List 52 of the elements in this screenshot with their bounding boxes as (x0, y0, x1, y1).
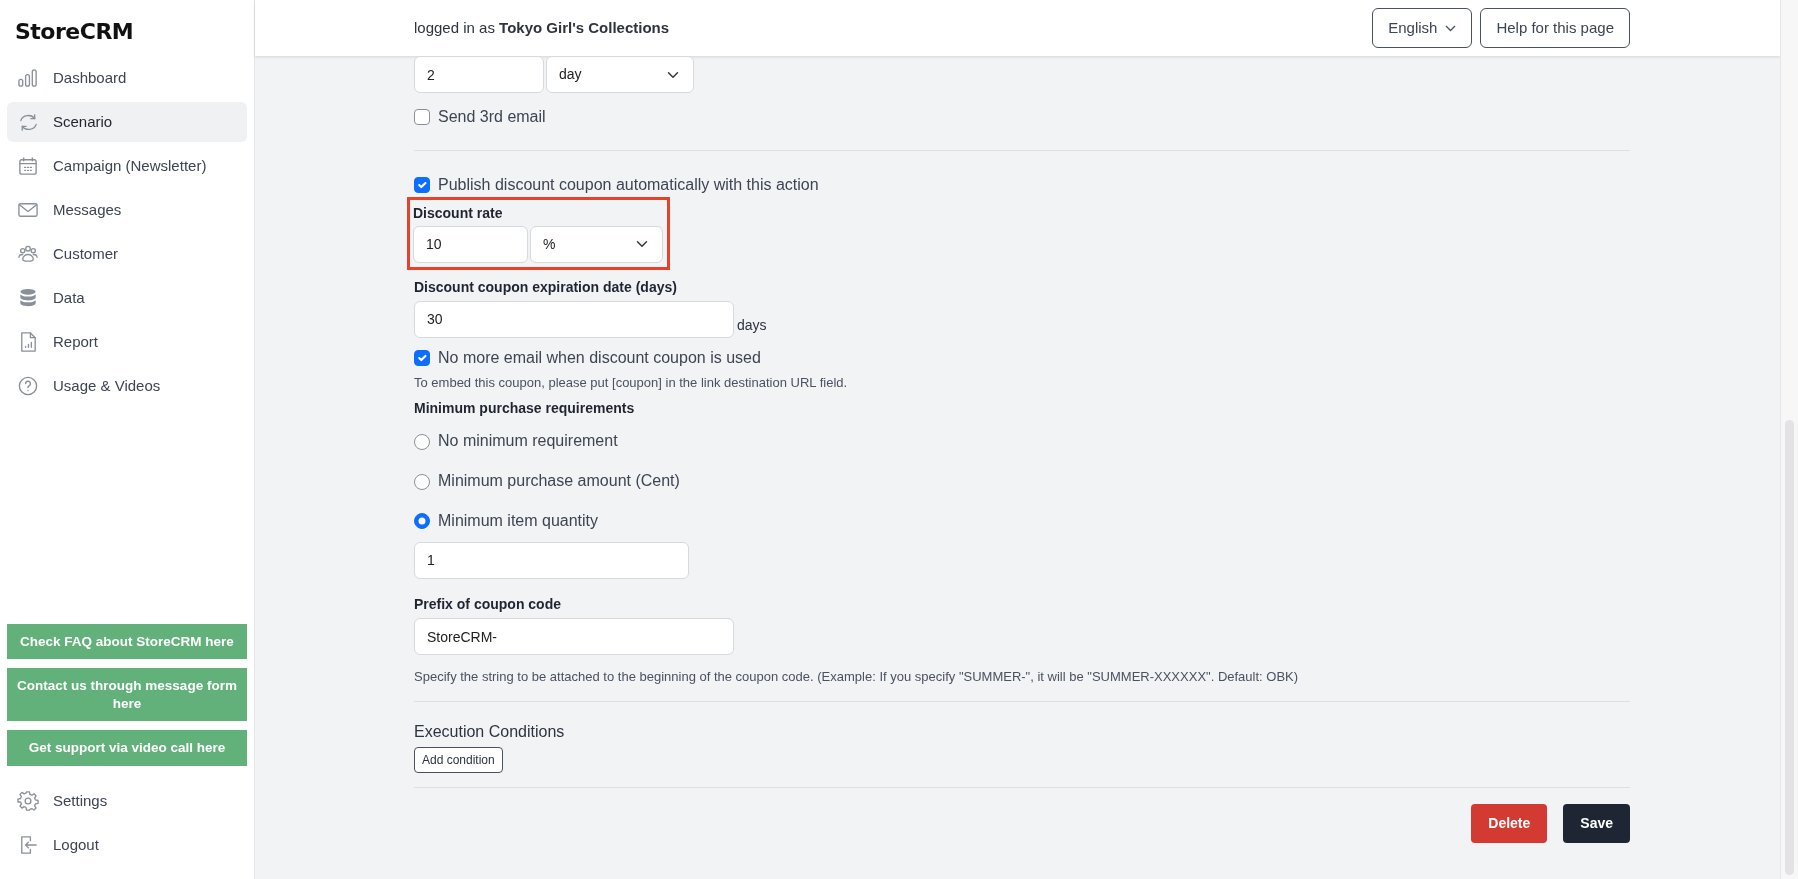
checkbox[interactable] (414, 177, 430, 194)
app-logo: StoreCRM (15, 18, 135, 46)
calendar-icon (17, 155, 39, 177)
unit-label: days (737, 315, 767, 335)
sidebar-item[interactable]: Scenario (7, 102, 247, 142)
radio-label: No minimum requirement (438, 431, 618, 452)
radio-label: Minimum purchase amount (Cent) (438, 471, 680, 492)
sidebar-item[interactable]: Settings (7, 781, 247, 821)
input-field[interactable]: StoreCRM- (414, 618, 734, 656)
chevron-down-icon (1445, 24, 1457, 32)
select-dropdown[interactable]: % (530, 225, 663, 263)
input-field[interactable]: 1 (414, 541, 689, 579)
sidebar-item[interactable]: Campaign (Newsletter) (7, 146, 247, 186)
sidebar-item[interactable]: Messages (7, 190, 247, 230)
help-button[interactable]: Help for this page (1480, 7, 1630, 49)
radio-button[interactable] (414, 433, 430, 450)
refresh-icon (17, 111, 39, 133)
field-label: Discount rate (413, 203, 504, 222)
language-dropdown[interactable]: English (1372, 7, 1473, 49)
sidebar-item[interactable]: Report (7, 322, 247, 362)
checkbox-label: Publish discount coupon automatically with this action (438, 174, 819, 195)
sidebar-item[interactable]: Customer (7, 234, 247, 274)
field-label: Prefix of coupon code (414, 594, 562, 614)
sidebar-item[interactable]: Data (7, 278, 247, 318)
checkbox[interactable] (414, 350, 430, 367)
select-dropdown[interactable]: day (546, 56, 694, 93)
sidebar-item[interactable]: Usage & Videos (7, 366, 247, 406)
input-field[interactable]: 10 (413, 225, 528, 263)
field-label: Minimum purchase requirements (414, 399, 636, 418)
help-icon (17, 375, 39, 397)
logged-in-text: logged in as Tokyo Girl's Collections (414, 17, 670, 38)
help-text: Specify the string to be attached to the beginning of the coupon code. (Example: If you specify "SUMMER-", it will be "SUMMER-XXXXXX". Default: OBK) (414, 668, 1300, 687)
radio-label: Minimum item quantity (438, 511, 599, 532)
bar-chart-icon (17, 67, 39, 89)
sidebar-item[interactable]: Dashboard (7, 58, 247, 98)
input-field[interactable]: 30 (414, 300, 734, 338)
field-label: Discount coupon expiration date (days) (414, 277, 678, 296)
add-condition-button[interactable]: Add condition (414, 746, 503, 773)
section-title: Execution Conditions (414, 721, 566, 742)
settings-icon (17, 790, 39, 812)
delete-button[interactable]: Delete (1471, 803, 1548, 843)
radio-button[interactable] (414, 473, 430, 490)
checkbox-label: Send 3rd email (438, 107, 546, 127)
input-field[interactable]: 2 (414, 56, 544, 93)
sidebar-item[interactable]: Logout (7, 825, 247, 865)
help-text: To embed this coupon, please put [coupon] in the link destination URL field. (414, 373, 849, 392)
save-button[interactable]: Save (1563, 803, 1630, 843)
radio-button[interactable] (414, 513, 430, 530)
checkbox-label: No more email when discount coupon is used (438, 347, 761, 368)
users-icon (17, 243, 39, 265)
checkbox[interactable] (414, 109, 430, 126)
database-icon (17, 287, 39, 309)
